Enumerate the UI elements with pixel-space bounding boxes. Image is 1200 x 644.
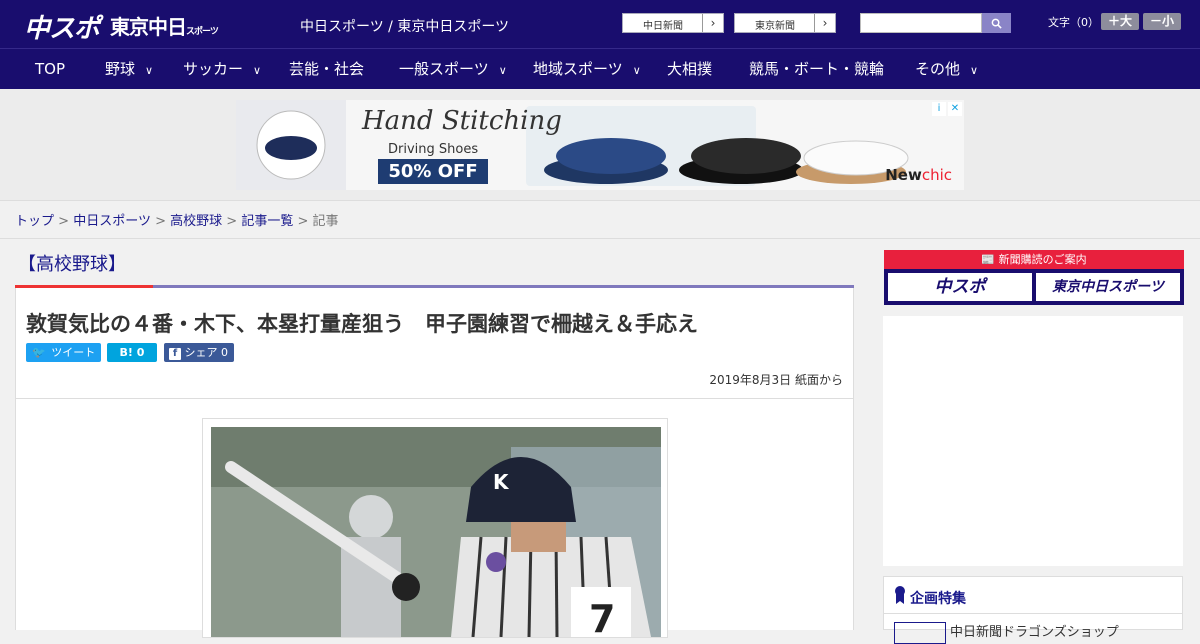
feature-thumbnail[interactable] <box>894 622 946 644</box>
article-photo-frame: K 7 <box>202 418 668 638</box>
nav-item-local-sports[interactable]: 地域スポーツ ∨ <box>533 49 641 89</box>
feature-item[interactable]: 中日新聞ドラゴンズショップ <box>950 621 1119 640</box>
ad-offer: 50% OFF <box>378 159 488 184</box>
nav-item-soccer[interactable]: サッカー ∨ <box>183 49 261 89</box>
banner-ad[interactable]: Hand Stitching Driving Shoes 50% OFF New… <box>236 100 964 190</box>
nav-label: 一般スポーツ <box>399 60 489 78</box>
newspaper-icon: 📰 <box>981 253 996 266</box>
category-title: 【高校野球】 <box>18 254 126 275</box>
link-label: 東京新聞 <box>755 21 795 32</box>
chevron-down-icon: ∨ <box>498 64 507 77</box>
subscription-label-text: 新聞購読のご案内 <box>998 253 1087 266</box>
promo-chuspo[interactable]: 中スポ <box>888 273 1032 301</box>
font-decrease-button[interactable]: －小 <box>1143 13 1181 30</box>
nav-label: TOP <box>35 60 66 78</box>
subscription-label: 📰 新聞購読のご案内 <box>884 250 1184 269</box>
feature-panel: 企画特集 中日新聞ドラゴンズショップ <box>883 576 1183 644</box>
chevron-right-icon: › <box>702 14 723 32</box>
nav-item-other[interactable]: その他 ∨ <box>915 49 978 89</box>
divider <box>16 398 853 399</box>
nav-item-entertainment[interactable]: 芸能・社会 <box>289 49 364 89</box>
chevron-right-icon: › <box>814 14 835 32</box>
tokyo-shimbun-link[interactable]: 東京新聞 › <box>734 13 836 33</box>
breadcrumb-current: 記事 <box>312 214 339 229</box>
article-card: 敦賀気比の４番・木下、本塁打量産狙う 甲子園練習で柵越え＆手応え 🐦 ツイート … <box>15 288 854 638</box>
shoe-product-image <box>236 100 909 190</box>
breadcrumb-separator: > <box>58 214 70 229</box>
nav-item-top[interactable]: TOP <box>35 49 65 89</box>
facebook-share-button[interactable]: f シェア 0 <box>164 343 234 362</box>
ad-brand-a: New <box>885 166 922 184</box>
chevron-down-icon: ∨ <box>253 64 262 77</box>
search-button[interactable] <box>982 13 1011 33</box>
sidebar-ad-slot[interactable] <box>883 316 1183 566</box>
article-photo[interactable]: K 7 <box>211 427 661 637</box>
info-icon[interactable]: i <box>932 102 946 116</box>
nav-item-general-sports[interactable]: 一般スポーツ ∨ <box>399 49 507 89</box>
breadcrumb-article-list[interactable]: 記事一覧 <box>241 214 293 229</box>
breadcrumb-top[interactable]: トップ <box>15 214 54 229</box>
svg-text:K: K <box>493 470 510 494</box>
main-nav: TOP 野球 ∨ サッカー ∨ 芸能・社会 一般スポーツ ∨ 地域スポーツ ∨ 大相撲 … <box>0 48 1200 89</box>
tokyo-chunichi-logo[interactable]: 東京中日スポーツ <box>110 11 219 40</box>
chevron-down-icon: ∨ <box>145 64 154 77</box>
chevron-down-icon: ∨ <box>970 64 979 77</box>
font-size-label: 文字（0） <box>1048 16 1099 29</box>
feature-title: 企画特集 <box>910 591 966 607</box>
breadcrumb-separator: > <box>226 214 238 229</box>
divider <box>0 238 1200 239</box>
nav-label: 野球 <box>105 60 136 78</box>
subscription-promo[interactable]: 📰 新聞購読のご案内 中スポ 東京中日スポーツ <box>884 250 1184 305</box>
feature-header: 企画特集 <box>884 577 1182 614</box>
nav-label: 競馬・ボート・競輪 <box>749 60 885 78</box>
font-increase-button[interactable]: ＋大 <box>1101 13 1139 30</box>
twitter-icon: 🐦 <box>32 346 46 359</box>
logo-text: 東京中日 <box>110 15 187 39</box>
facebook-share-label: シェア 0 <box>184 346 229 359</box>
nav-item-racing[interactable]: 競馬・ボート・競輪 <box>749 49 884 89</box>
logo-small-text: スポーツ <box>186 27 219 37</box>
tweet-label: ツイート <box>51 346 96 359</box>
breadcrumb: トップ > 中日スポーツ > 高校野球 > 記事一覧 > 記事 <box>15 210 339 229</box>
nav-item-sumo[interactable]: 大相撲 <box>667 49 712 89</box>
ribbon-icon <box>895 586 905 604</box>
hatena-bookmark-button[interactable]: B! 0 <box>107 343 157 362</box>
nav-label: 地域スポーツ <box>533 60 623 78</box>
article-headline: 敦賀気比の４番・木下、本塁打量産狙う 甲子園練習で柵越え＆手応え <box>26 312 698 336</box>
site-title[interactable]: 中日スポーツ / 東京中日スポーツ <box>300 16 509 36</box>
search-icon <box>991 18 1002 29</box>
breadcrumb-high-school-baseball[interactable]: 高校野球 <box>170 214 222 229</box>
chunichi-shimbun-link[interactable]: 中日新聞 › <box>622 13 724 33</box>
ad-brand-b: chic <box>921 166 952 184</box>
search-input[interactable] <box>860 13 982 33</box>
link-label: 中日新聞 <box>643 21 683 32</box>
facebook-icon: f <box>169 348 181 360</box>
tweet-button[interactable]: 🐦 ツイート <box>26 343 101 362</box>
breadcrumb-separator: > <box>297 214 309 229</box>
ad-subtitle: Driving Shoes <box>388 142 479 157</box>
chuspo-logo[interactable]: 中スポ <box>24 8 100 45</box>
nav-label: 大相撲 <box>667 60 713 78</box>
promo-tokyo-chunichi[interactable]: 東京中日スポーツ <box>1036 273 1180 301</box>
nav-label: 芸能・社会 <box>289 60 365 78</box>
batter-photo: K 7 <box>211 427 661 637</box>
ad-brand: Newchic <box>885 166 952 184</box>
ad-title: Hand Stitching <box>362 106 562 136</box>
nav-label: その他 <box>915 60 961 78</box>
nav-item-baseball[interactable]: 野球 ∨ <box>105 49 153 89</box>
article-date: 2019年8月3日 紙面から <box>709 373 843 387</box>
nav-label: サッカー <box>183 60 244 78</box>
top-bar: 中スポ 東京中日スポーツ 中日スポーツ / 東京中日スポーツ 中日新聞 › 東京… <box>0 0 1200 48</box>
chevron-down-icon: ∨ <box>632 64 641 77</box>
breadcrumb-chunichi-sports[interactable]: 中日スポーツ <box>73 214 151 229</box>
close-icon[interactable]: ✕ <box>948 102 962 116</box>
svg-text:7: 7 <box>589 597 615 637</box>
breadcrumb-separator: > <box>155 214 166 229</box>
